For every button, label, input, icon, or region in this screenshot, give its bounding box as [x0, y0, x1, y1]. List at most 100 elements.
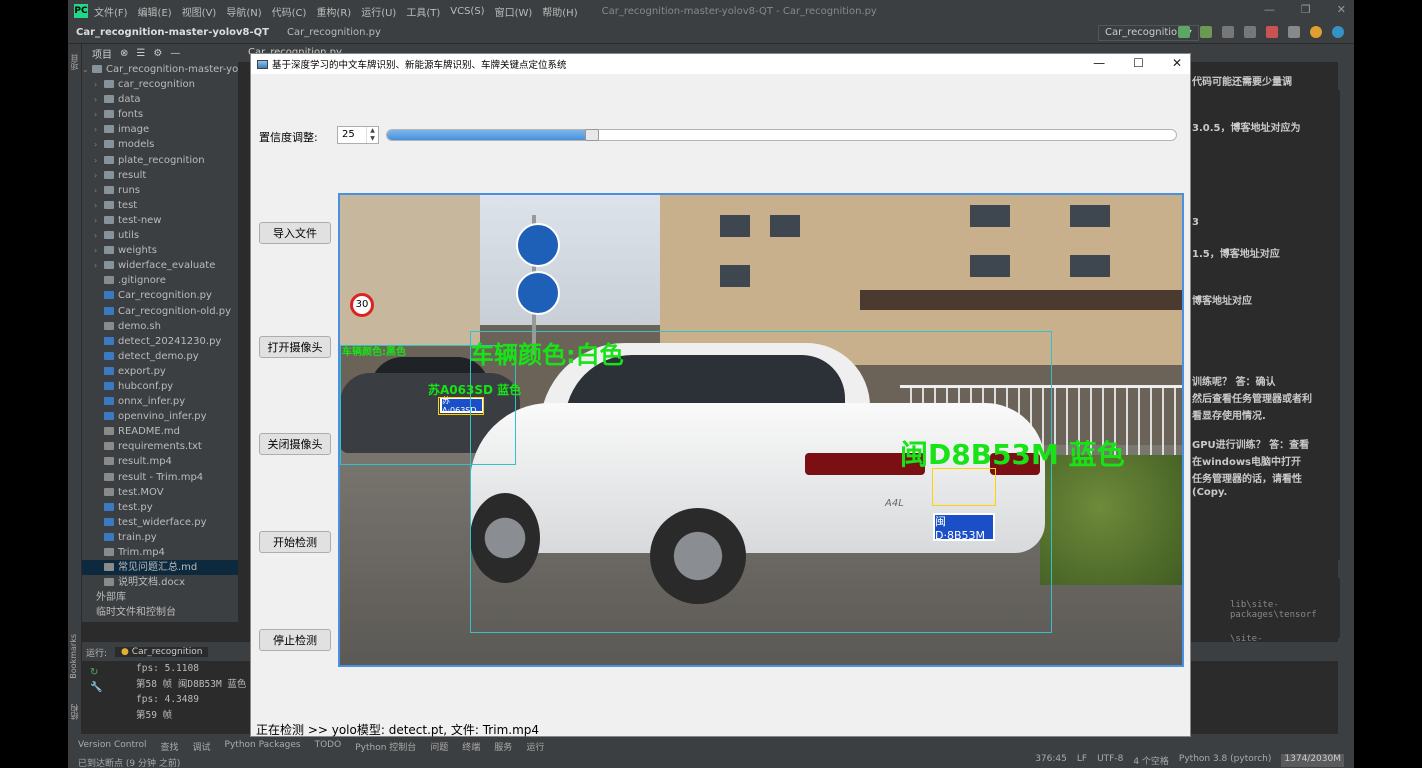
spin-arrows-icon[interactable]: ▲ ▼	[366, 127, 378, 143]
chevron-right-icon[interactable]: ›	[94, 107, 104, 122]
tree-folder[interactable]: › data	[82, 92, 238, 107]
menu-edit[interactable]: 编辑(E)	[138, 4, 172, 19]
tree-folder[interactable]: › car_recognition	[82, 77, 238, 92]
menu-file[interactable]: 文件(F)	[94, 4, 128, 19]
update-icon[interactable]	[1310, 26, 1322, 38]
tree-file[interactable]: Car_recognition.py	[82, 288, 238, 303]
menu-tools[interactable]: 工具(T)	[406, 4, 440, 19]
tree-folder[interactable]: › models	[82, 137, 238, 152]
tree-folder[interactable]: › plate_recognition	[82, 153, 238, 168]
tree-root[interactable]: ⌄ Car_recognition-master-yolov	[82, 62, 238, 77]
tree-file[interactable]: test.MOV	[82, 485, 238, 500]
tool-window-tab[interactable]: 服务	[494, 740, 512, 753]
breadcrumb-file[interactable]: Car_recognition.py	[287, 27, 381, 38]
start-detection-button[interactable]: 开始检测	[259, 531, 331, 553]
tree-folder[interactable]: › utils	[82, 228, 238, 243]
close-icon[interactable]: ✕	[1172, 56, 1182, 70]
tree-folder[interactable]: › runs	[82, 183, 238, 198]
tree-file[interactable]: onnx_infer.py	[82, 394, 238, 409]
tree-file[interactable]: detect_demo.py	[82, 349, 238, 364]
open-camera-button[interactable]: 打开摄像头	[259, 336, 331, 358]
minimize-icon[interactable]: —	[1093, 56, 1105, 70]
chevron-right-icon[interactable]: ›	[94, 122, 104, 137]
tree-file[interactable]: export.py	[82, 364, 238, 379]
tool-window-tab[interactable]: 运行	[526, 740, 544, 753]
tree-root-extra[interactable]: 外部库	[82, 590, 238, 605]
menu-help[interactable]: 帮助(H)	[542, 4, 577, 19]
run-icon[interactable]	[1178, 26, 1190, 38]
debug-icon[interactable]	[1200, 26, 1212, 38]
menu-navigate[interactable]: 导航(N)	[226, 4, 261, 19]
tree-file[interactable]: test.py	[82, 500, 238, 515]
chevron-right-icon[interactable]: ›	[94, 137, 104, 152]
chevron-right-icon[interactable]: ›	[94, 168, 104, 183]
project-tool-label[interactable]: 项目	[69, 54, 80, 70]
tree-file[interactable]: 常见问题汇总.md	[82, 560, 238, 576]
minimize-icon[interactable]: —	[1264, 3, 1275, 16]
tree-file[interactable]: openvino_infer.py	[82, 409, 238, 424]
menu-vcs[interactable]: VCS(S)	[450, 6, 484, 17]
panel-settings-icon[interactable]: ⚙	[153, 48, 162, 59]
tree-file[interactable]: README.md	[82, 424, 238, 439]
tree-root-extra[interactable]: 临时文件和控制台	[82, 605, 238, 620]
stop-icon[interactable]	[1266, 26, 1278, 38]
tool-window-tab[interactable]: 调试	[193, 740, 211, 753]
chevron-right-icon[interactable]: ›	[94, 77, 104, 92]
locate-icon[interactable]: ⊗	[120, 48, 128, 59]
chevron-right-icon[interactable]: ›	[94, 213, 104, 228]
chevron-down-icon[interactable]: ⌄	[82, 62, 92, 77]
slider-handle[interactable]	[585, 129, 600, 141]
menu-run[interactable]: 运行(U)	[361, 4, 396, 19]
close-camera-button[interactable]: 关闭摄像头	[259, 433, 331, 455]
tool-window-tab[interactable]: TODO	[315, 740, 342, 753]
tool-window-tab[interactable]: Version Control	[78, 740, 147, 753]
menu-refactor[interactable]: 重构(R)	[316, 4, 351, 19]
search-icon[interactable]	[1288, 26, 1300, 38]
settings-icon[interactable]	[1332, 26, 1344, 38]
memory-indicator[interactable]: 1374/2030M	[1281, 754, 1344, 767]
tree-folder[interactable]: › widerface_evaluate	[82, 258, 238, 273]
tree-file[interactable]: result - Trim.mp4	[82, 470, 238, 485]
chevron-right-icon[interactable]: ›	[94, 92, 104, 107]
line-separator[interactable]: LF	[1077, 754, 1087, 767]
file-encoding[interactable]: UTF-8	[1097, 754, 1123, 767]
rerun-icon[interactable]: ↻	[90, 667, 122, 678]
chevron-right-icon[interactable]: ›	[94, 183, 104, 198]
indent-setting[interactable]: 4 个空格	[1133, 754, 1169, 767]
tree-file[interactable]: requirements.txt	[82, 439, 238, 454]
tool-window-tab[interactable]: Python Packages	[225, 740, 301, 753]
chevron-right-icon[interactable]: ›	[94, 153, 104, 168]
tree-file[interactable]: 说明文档.docx	[82, 575, 238, 590]
tree-file[interactable]: result.mp4	[82, 454, 238, 469]
tree-file[interactable]: hubconf.py	[82, 379, 238, 394]
maximize-icon[interactable]: ❐	[1301, 3, 1311, 16]
tree-file[interactable]: detect_20241230.py	[82, 334, 238, 349]
coverage-icon[interactable]	[1222, 26, 1234, 38]
tree-folder[interactable]: › fonts	[82, 107, 238, 122]
structure-tool-label[interactable]: 结构	[69, 704, 80, 720]
menu-code[interactable]: 代码(C)	[272, 4, 307, 19]
tree-file[interactable]: .gitignore	[82, 273, 238, 288]
bookmarks-tool-label[interactable]: Bookmarks	[69, 634, 78, 679]
tool-window-tab[interactable]: 终端	[462, 740, 480, 753]
stop-detection-button[interactable]: 停止检测	[259, 629, 331, 651]
tree-file[interactable]: test_widerface.py	[82, 515, 238, 530]
cursor-position[interactable]: 376:45	[1035, 754, 1067, 767]
tool-window-tab[interactable]: 查找	[161, 740, 179, 753]
tree-file[interactable]: Trim.mp4	[82, 545, 238, 560]
profile-icon[interactable]	[1244, 26, 1256, 38]
confidence-slider[interactable]	[386, 129, 1177, 141]
confidence-spinbox[interactable]: 25 ▲ ▼	[337, 126, 379, 144]
tree-folder[interactable]: › weights	[82, 243, 238, 258]
project-panel-title[interactable]: 项目	[92, 46, 112, 61]
settings-wrench-icon[interactable]: 🔧	[90, 682, 122, 693]
hide-icon[interactable]: —	[170, 48, 180, 59]
import-file-button[interactable]: 导入文件	[259, 222, 331, 244]
maximize-icon[interactable]: ☐	[1133, 56, 1144, 70]
chevron-right-icon[interactable]: ›	[94, 228, 104, 243]
tree-file[interactable]: train.py	[82, 530, 238, 545]
menu-view[interactable]: 视图(V)	[182, 4, 217, 19]
interpreter[interactable]: Python 3.8 (pytorch)	[1179, 754, 1271, 767]
run-tab[interactable]: ● Car_recognition	[115, 647, 209, 657]
tree-folder[interactable]: › test-new	[82, 213, 238, 228]
